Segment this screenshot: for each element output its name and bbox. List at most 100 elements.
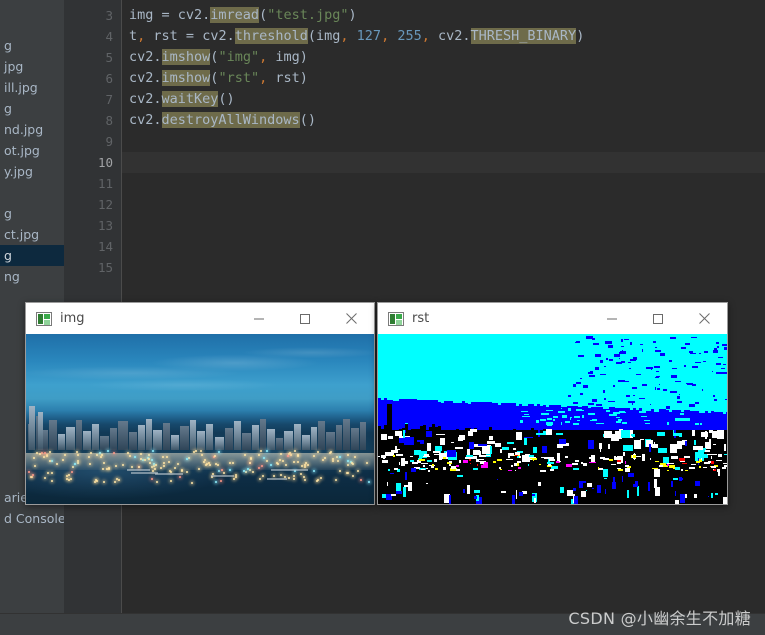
photo-light-point (76, 462, 79, 465)
sidebar-group-item[interactable]: d Consoles (0, 508, 64, 529)
code-line[interactable]: cv2.imshow("img", img) (129, 47, 308, 68)
minimize-button[interactable] (589, 303, 635, 334)
threshold-noise-pixel (532, 379, 535, 382)
photo-building (171, 434, 179, 450)
photo-light-point (266, 450, 269, 453)
threshold-building-pixel (447, 450, 456, 457)
photo-building (225, 427, 233, 450)
photo-light-point (229, 462, 232, 465)
code-token: rst = (145, 28, 203, 44)
minimize-button[interactable] (236, 303, 282, 334)
threshold-noise-pixel (716, 342, 719, 344)
maximize-button[interactable] (635, 303, 681, 334)
threshold-noise-pixel (548, 383, 550, 385)
line-number: 3 (105, 8, 113, 23)
threshold-reflection-pixel (673, 478, 678, 480)
code-token: waitKey (161, 91, 219, 107)
close-button[interactable] (328, 303, 374, 334)
photo-light-point (113, 481, 116, 484)
photo-building (206, 423, 213, 450)
photo-light-point (347, 459, 350, 462)
threshold-noise-pixel (577, 420, 580, 421)
photo-building (110, 427, 117, 450)
cv-window-rst-titlebar[interactable]: rst (378, 303, 727, 334)
code-line[interactable]: cv2.imshow("rst", rst) (129, 68, 308, 89)
threshold-noise-pixel (655, 377, 659, 378)
photo-light-point (367, 481, 370, 484)
threshold-noise-pixel (605, 383, 607, 385)
threshold-noise-pixel (714, 348, 717, 350)
photo-light-point (248, 468, 251, 471)
threshold-noise-pixel (654, 409, 659, 412)
maximize-button[interactable] (282, 303, 328, 334)
code-line[interactable]: cv2.destroyAllWindows() (129, 110, 316, 131)
photo-building (92, 423, 99, 450)
threshold-noise-pixel (582, 410, 584, 411)
photo-light-point (154, 464, 157, 467)
threshold-light-pixel (517, 461, 521, 463)
threshold-light-pixel (691, 464, 696, 465)
threshold-noise-pixel (551, 348, 553, 350)
threshold-building-pixel (562, 444, 566, 445)
threshold-noise-pixel (536, 420, 539, 423)
photo-light-point (262, 474, 265, 477)
threshold-noise-pixel (555, 371, 558, 373)
code-token: threshold (234, 28, 308, 44)
photo-building (180, 425, 189, 450)
line-number: 14 (97, 239, 113, 254)
threshold-reflection-pixel (426, 483, 428, 484)
photo-light-point (281, 459, 284, 462)
threshold-noise-pixel (593, 343, 599, 345)
threshold-building-pixel (556, 433, 563, 435)
threshold-noise-pixel (610, 374, 615, 376)
threshold-building-pixel (693, 446, 703, 450)
threshold-light-pixel (529, 459, 532, 460)
cv-window-img[interactable]: img (25, 302, 375, 505)
photo-light-point (126, 451, 129, 454)
threshold-noise-pixel (610, 364, 615, 366)
code-token: "rst" (218, 70, 260, 86)
cv-window-img-titlebar[interactable]: img (26, 303, 374, 334)
threshold-reflection-pixel (680, 494, 685, 503)
threshold-noise-pixel (582, 415, 584, 418)
threshold-reflection-pixel (586, 490, 587, 491)
photo-light-point (245, 471, 248, 474)
threshold-light-pixel (427, 460, 432, 462)
photo-light-point (257, 453, 260, 456)
threshold-light-pixel (675, 467, 680, 470)
photo-light-point (56, 462, 59, 465)
threshold-building-pixel (677, 441, 682, 449)
photo-light-point (137, 465, 140, 468)
close-button[interactable] (681, 303, 727, 334)
line-number: 7 (105, 92, 113, 107)
threshold-noise-pixel (573, 384, 576, 387)
threshold-noise-pixel (621, 403, 627, 405)
code-line[interactable]: img = cv2.imread("test.jpg") (129, 5, 357, 26)
threshold-light-pixel (508, 470, 512, 471)
threshold-noise-pixel (612, 395, 618, 397)
code-token: destroyAllWindows (161, 112, 300, 128)
photo-light-point (231, 462, 234, 465)
threshold-noise-pixel (699, 370, 703, 372)
threshold-noise-pixel (616, 362, 622, 364)
threshold-noise-pixel (721, 372, 727, 374)
photo-light-point (234, 475, 237, 478)
code-line[interactable]: t, rst = cv2.threshold(img, 127, 255, cv… (129, 26, 584, 47)
threshold-noise-pixel (643, 404, 647, 407)
threshold-building-pixel (634, 448, 641, 449)
threshold-light-pixel (709, 454, 716, 455)
photo-building (326, 431, 335, 450)
threshold-noise-pixel (592, 399, 597, 402)
code-line[interactable]: cv2.waitKey() (129, 89, 235, 110)
threshold-noise-pixel (606, 358, 608, 360)
threshold-light-pixel (470, 463, 471, 464)
threshold-building-pixel (599, 443, 602, 449)
code-token: ( (259, 7, 268, 23)
threshold-reflection-pixel (497, 479, 498, 480)
line-number: 6 (105, 71, 113, 86)
threshold-noise-pixel (632, 403, 633, 405)
cv-window-rst[interactable]: rst (377, 302, 728, 505)
photo-light-point (219, 480, 222, 483)
threshold-noise-pixel (714, 380, 717, 381)
code-token: t (129, 28, 138, 44)
